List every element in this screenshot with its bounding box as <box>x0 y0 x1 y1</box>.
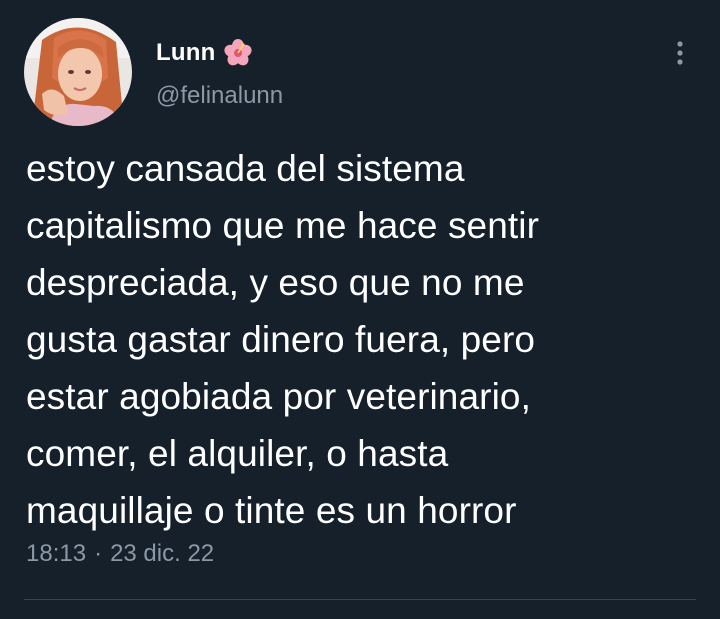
tweet-text: estoy cansada del sistema capitalismo qu… <box>26 140 706 539</box>
display-name[interactable]: Lunn <box>156 39 215 67</box>
tweet-line: comer, el alquiler, o hasta <box>26 433 449 474</box>
tweet-timestamp[interactable]: 18:13 · 23 dic. 22 <box>26 540 214 568</box>
tweet-line: estoy cansada del sistema <box>26 148 465 189</box>
tweet-line: gusta gastar dinero fuera, pero <box>26 319 536 360</box>
more-options-button[interactable] <box>664 36 696 70</box>
tweet-line: capitalismo que me hace sentir <box>26 205 540 246</box>
user-handle[interactable]: @felinalunn <box>156 82 283 110</box>
more-vertical-icon <box>677 41 683 65</box>
avatar-image <box>24 18 132 126</box>
tweet-line: estar agobiada por veterinario, <box>26 376 531 417</box>
meta-separator: · <box>94 540 103 567</box>
tweet-line: despreciada, y eso que no me <box>26 262 525 303</box>
tweet-line: maquillaje o tinte es un horror <box>26 490 517 531</box>
tweet-card: Lunn @felinalunn estoy cansada del siste… <box>0 0 720 619</box>
hibiscus-icon <box>223 38 253 68</box>
author-name-row[interactable]: Lunn <box>156 36 253 70</box>
tweet-date[interactable]: 23 dic. 22 <box>110 540 214 567</box>
tweet-time[interactable]: 18:13 <box>26 540 86 567</box>
avatar[interactable] <box>24 18 132 126</box>
divider <box>24 599 696 600</box>
